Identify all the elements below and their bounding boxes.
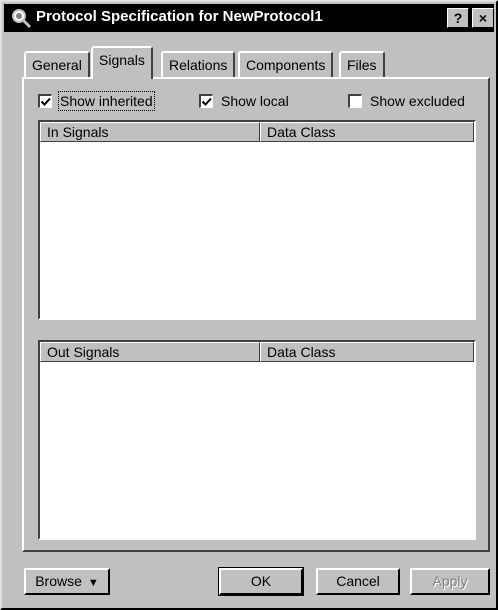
show-inherited-label: Show inherited [58, 91, 155, 111]
tab-label: Components [246, 57, 326, 73]
show-excluded-checkbox[interactable]: Show excluded [348, 92, 483, 112]
in-signals-list[interactable]: In Signals Data Class [38, 120, 476, 320]
checkbox-box[interactable] [199, 94, 213, 108]
close-button[interactable]: × [472, 8, 494, 28]
out-signals-column-header[interactable]: Out Signals [40, 342, 260, 362]
cancel-label: Cancel [336, 573, 380, 589]
tab-label: Files [347, 57, 377, 73]
checkmark-icon [40, 97, 51, 106]
in-signals-header: In Signals Data Class [40, 122, 474, 142]
close-icon: × [478, 10, 488, 26]
show-local-checkbox[interactable]: Show local [199, 92, 309, 112]
title-bar[interactable]: Protocol Specification for NewProtocol1 … [4, 4, 494, 32]
triangle-down-icon: ▼ [87, 577, 99, 589]
checkbox-box[interactable] [348, 94, 362, 108]
tab-label: Signals [99, 52, 145, 68]
apply-button[interactable]: Apply [410, 568, 490, 595]
tab-relations[interactable]: Relations [161, 51, 236, 77]
column-label: Data Class [267, 124, 336, 140]
out-signals-list[interactable]: Out Signals Data Class [38, 340, 476, 540]
tab-components[interactable]: Components [238, 51, 334, 77]
data-class-column-header[interactable]: Data Class [260, 342, 474, 362]
checkmark-icon [201, 97, 212, 106]
column-label: Out Signals [47, 344, 120, 360]
magnifier-icon [10, 7, 32, 29]
show-excluded-label: Show excluded [370, 93, 465, 109]
ok-button[interactable]: OK [218, 567, 304, 596]
window-title: Protocol Specification for NewProtocol1 [36, 8, 323, 25]
ok-label: OK [250, 573, 272, 589]
cancel-button[interactable]: Cancel [316, 568, 400, 595]
help-icon: ? [453, 10, 463, 26]
column-label: In Signals [47, 124, 109, 140]
in-signals-column-header[interactable]: In Signals [40, 122, 260, 142]
browse-label: Browse [35, 573, 82, 589]
data-class-column-header[interactable]: Data Class [260, 122, 474, 142]
column-label: Data Class [267, 344, 336, 360]
tab-label: Relations [169, 57, 228, 73]
help-button[interactable]: ? [447, 8, 469, 28]
tab-label: General [32, 57, 82, 73]
show-local-label: Show local [221, 93, 289, 109]
out-signals-header: Out Signals Data Class [40, 342, 474, 362]
apply-label: Apply [432, 573, 468, 589]
show-inherited-checkbox[interactable]: Show inherited [38, 91, 178, 112]
checkbox-box[interactable] [38, 94, 52, 108]
browse-button[interactable]: Browse ▼ [24, 568, 110, 595]
tab-signals[interactable]: Signals [91, 46, 153, 79]
tab-files[interactable]: Files [339, 51, 385, 77]
tab-general[interactable]: General [24, 51, 90, 77]
